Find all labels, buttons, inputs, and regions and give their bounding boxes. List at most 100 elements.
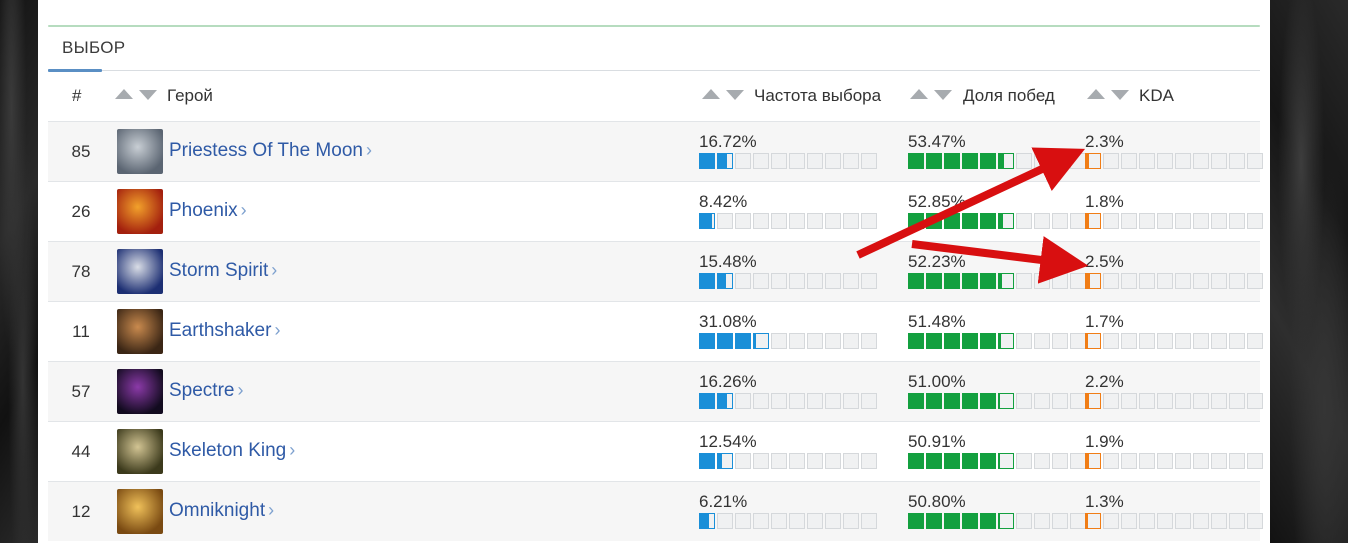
kda-cell: 1.3%	[1085, 493, 1263, 529]
win-rate-bar	[908, 393, 1088, 409]
hero-link[interactable]: Priestess Of The Moon ›	[169, 140, 372, 162]
hero-link[interactable]: Skeleton King ›	[169, 440, 295, 462]
hero-avatar-icon[interactable]	[117, 249, 163, 294]
bar-cell	[998, 453, 1014, 469]
bar-cell	[908, 393, 924, 409]
hero-avatar-icon[interactable]	[117, 489, 163, 534]
bar-cell	[1157, 213, 1173, 229]
bar-cell	[998, 213, 1014, 229]
hero-link[interactable]: Earthshaker ›	[169, 320, 280, 342]
win-rate-value: 51.48%	[908, 312, 966, 331]
bar-cell	[1247, 273, 1263, 289]
kda-cell: 2.3%	[1085, 133, 1263, 169]
chevron-right-icon[interactable]: ›	[271, 260, 277, 280]
hero-sort-control[interactable]	[115, 88, 157, 102]
hero-avatar-icon[interactable]	[117, 309, 163, 354]
hero-link[interactable]: Storm Spirit ›	[169, 260, 277, 282]
bar-cell	[861, 333, 877, 349]
hero-name[interactable]: Phoenix	[169, 200, 238, 221]
bar-cell	[825, 393, 841, 409]
bar-cell	[1211, 393, 1227, 409]
table-row[interactable]: 11 Earthshaker › 31.08% 51.48% 1.7%	[48, 301, 1263, 361]
bar-cell	[962, 213, 978, 229]
hero-avatar-icon[interactable]	[117, 129, 163, 174]
bar-cell	[926, 513, 942, 529]
bar-cell	[753, 513, 769, 529]
chevron-right-icon[interactable]: ›	[237, 380, 243, 400]
pick-rate-header[interactable]: Частота выбора	[754, 71, 881, 121]
sort-desc-icon[interactable]	[934, 90, 952, 100]
bar-cell	[753, 273, 769, 289]
hero-name[interactable]: Earthshaker	[169, 320, 271, 341]
bar-fill	[1086, 394, 1090, 408]
bar-fill	[700, 394, 714, 408]
win-rate-bar	[908, 333, 1088, 349]
kda-sort-control[interactable]	[1087, 88, 1129, 102]
bar-cell	[771, 213, 787, 229]
bar-cell	[1016, 273, 1032, 289]
bar-cell	[1193, 153, 1209, 169]
hero-link[interactable]: Omniknight ›	[169, 500, 274, 522]
sort-desc-icon[interactable]	[1111, 90, 1129, 100]
win-rate-cell: 52.23%	[908, 253, 1086, 289]
hero-avatar-icon[interactable]	[117, 369, 163, 414]
win-rate-header[interactable]: Доля побед	[963, 71, 1055, 121]
sort-asc-icon[interactable]	[702, 89, 720, 99]
chevron-right-icon[interactable]: ›	[366, 140, 372, 160]
bar-cell	[926, 333, 942, 349]
hero-avatar-icon[interactable]	[117, 189, 163, 234]
bar-cell	[980, 213, 996, 229]
bar-cell	[1193, 393, 1209, 409]
win-rate-cell: 51.48%	[908, 312, 1086, 349]
kda-header[interactable]: KDA	[1139, 71, 1174, 121]
bar-fill	[963, 514, 977, 528]
bar-cell	[1175, 213, 1191, 229]
table-row[interactable]: 26 Phoenix › 8.42% 52.85% 1.8%	[48, 181, 1263, 241]
bar-cell	[789, 333, 805, 349]
bar-cell	[926, 453, 942, 469]
bar-fill	[718, 154, 728, 168]
chevron-right-icon[interactable]: ›	[289, 440, 295, 460]
bar-cell	[1211, 333, 1227, 349]
hero-name[interactable]: Omniknight	[169, 500, 265, 521]
sort-asc-icon[interactable]	[1087, 89, 1105, 99]
hero-name[interactable]: Priestess Of The Moon	[169, 140, 363, 161]
sort-asc-icon[interactable]	[910, 89, 928, 99]
chevron-right-icon[interactable]: ›	[274, 320, 280, 340]
section-title[interactable]: ВЫБОР	[62, 38, 125, 58]
bar-cell	[807, 453, 823, 469]
hero-link[interactable]: Phoenix ›	[169, 200, 247, 222]
hero-name[interactable]: Skeleton King	[169, 440, 286, 461]
win-rate-sort-control[interactable]	[910, 88, 952, 102]
hero-avatar-icon[interactable]	[117, 429, 163, 474]
bar-cell	[1070, 273, 1086, 289]
chevron-right-icon[interactable]: ›	[241, 200, 247, 220]
kda-cell: 1.8%	[1085, 193, 1263, 229]
chevron-right-icon[interactable]: ›	[268, 500, 274, 520]
kda-bar	[1085, 513, 1265, 529]
table-row[interactable]: 78 Storm Spirit › 15.48% 52.23% 2.5%	[48, 241, 1263, 301]
bar-cell	[962, 453, 978, 469]
bar-cell	[1175, 393, 1191, 409]
hero-name[interactable]: Storm Spirit	[169, 260, 268, 281]
table-row[interactable]: 57 Spectre › 16.26% 51.00% 2.2%	[48, 361, 1263, 421]
sort-asc-icon[interactable]	[115, 89, 133, 99]
pick-rate-bar	[699, 213, 879, 229]
table-row[interactable]: 44 Skeleton King › 12.54% 50.91% 1.9%	[48, 421, 1263, 481]
win-rate-cell: 53.47%	[908, 133, 1086, 169]
sort-desc-icon[interactable]	[139, 90, 157, 100]
bar-cell	[771, 513, 787, 529]
hero-link[interactable]: Spectre ›	[169, 380, 243, 402]
sort-desc-icon[interactable]	[726, 90, 744, 100]
pick-rate-sort-control[interactable]	[702, 88, 744, 102]
hero-name[interactable]: Spectre	[169, 380, 234, 401]
table-row[interactable]: 85 Priestess Of The Moon › 16.72% 53.47% 2.3%	[48, 121, 1263, 181]
bar-cell	[771, 273, 787, 289]
bar-cell	[771, 333, 787, 349]
bar-fill	[700, 154, 714, 168]
bar-cell	[1157, 333, 1173, 349]
bar-cell	[1139, 213, 1155, 229]
hero-header[interactable]: Герой	[167, 71, 213, 121]
bar-fill	[1086, 154, 1090, 168]
table-row[interactable]: 12 Omniknight › 6.21% 50.80% 1.3%	[48, 481, 1263, 541]
